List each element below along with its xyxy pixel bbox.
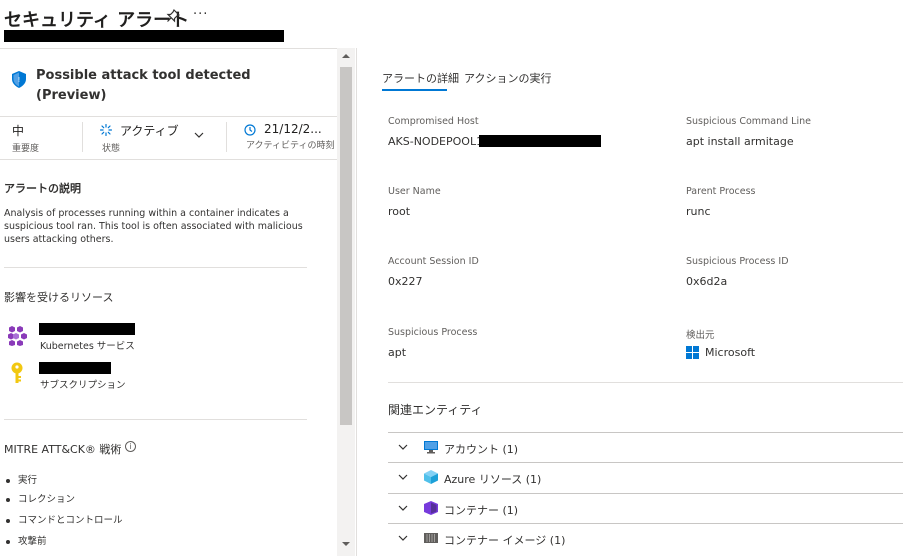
suspicious-command-label: Suspicious Command Line (686, 116, 811, 127)
description-text: Analysis of processes running within a c… (4, 208, 303, 245)
description-title: アラートの説明 (4, 182, 81, 195)
user-name-label: User Name (388, 186, 441, 197)
redacted-host-suffix (479, 135, 601, 147)
shield-icon: ! (12, 71, 26, 88)
parent-process-value: runc (686, 205, 711, 218)
resources-title: 影響を受けるリソース (4, 291, 114, 304)
status-dropdown[interactable]: アクティブ 状態 (100, 122, 210, 154)
suspicious-pid-label: Suspicious Process ID (686, 256, 789, 267)
scrollbar-thumb[interactable] (340, 67, 352, 425)
pin-icon[interactable] (166, 9, 180, 23)
tactic-item: コマンドとコントロール (6, 512, 123, 526)
divider (4, 419, 307, 420)
alert-name: Possible attack tool detected (Preview) (36, 68, 251, 103)
chevron-down-icon (398, 444, 408, 450)
suspicious-command-value: apt install armitage (686, 135, 794, 148)
related-entity-label: コンテナー (1) (444, 504, 519, 517)
clock-icon (244, 124, 256, 136)
tab-alert-details[interactable]: アラートの詳細 (382, 70, 459, 86)
scroll-up-icon[interactable] (340, 52, 352, 60)
related-entity-row[interactable]: アカウント (1) (388, 432, 903, 462)
related-entity-row[interactable]: Azure リソース (1) (388, 462, 903, 492)
activity-time-stat: 21/12/2... アクティビティの時刻 (244, 122, 334, 151)
status-label: 状態 (102, 144, 121, 154)
page-title: セキュリティ アラート (4, 10, 190, 31)
divider (388, 382, 903, 383)
info-icon[interactable]: i (125, 441, 136, 452)
stat-separator (226, 122, 227, 152)
stat-separator (82, 122, 83, 152)
activity-time-label: アクティビティの時刻 (246, 141, 335, 151)
resource-type-label: サブスクリプション (40, 380, 126, 391)
chevron-down-icon (398, 535, 408, 541)
scroll-down-icon[interactable] (340, 540, 352, 548)
severity-value: 中 (12, 124, 25, 138)
account-session-label: Account Session ID (388, 256, 479, 267)
divider (4, 267, 307, 268)
active-tab-indicator (382, 89, 447, 91)
monitor-icon (424, 441, 438, 454)
key-icon (11, 362, 23, 383)
related-entity-row[interactable]: コンテナー (1) (388, 493, 903, 523)
detected-by-label: 検出元 (686, 330, 715, 341)
page-header: セキュリティ アラート ··· (0, 0, 903, 48)
parent-process-label: Parent Process (686, 186, 756, 197)
detected-by-value: Microsoft (705, 346, 756, 359)
suspicious-process-value: apt (388, 346, 407, 359)
microsoft-logo-icon (686, 346, 699, 359)
suspicious-process-label: Suspicious Process (388, 327, 478, 338)
compromised-host-label: Compromised Host (388, 116, 479, 127)
severity-label: 重要度 (12, 144, 40, 154)
svg-text:!: ! (18, 77, 20, 84)
divider (0, 116, 337, 117)
tactic-item: 実行 (6, 472, 37, 486)
related-entity-label: Azure リソース (1) (444, 473, 542, 486)
redacted-alert-subtitle (4, 30, 284, 42)
more-options-button[interactable]: ··· (193, 7, 208, 22)
suspicious-pid-value: 0x6d2a (686, 275, 728, 288)
tab-take-action[interactable]: アクションの実行 (464, 70, 551, 86)
chevron-down-icon (194, 132, 204, 138)
activity-time-value: 21/12/2... (264, 122, 322, 136)
chevron-down-icon (398, 505, 408, 511)
tactic-item: コレクション (6, 491, 75, 505)
severity-stat: 中 重要度 (12, 122, 39, 154)
related-entity-row[interactable]: コンテナー イメージ (1) (388, 523, 903, 553)
user-name-value: root (388, 205, 411, 218)
related-entities-title: 関連エンティティ (388, 403, 483, 417)
account-session-value: 0x227 (388, 275, 423, 288)
divider (0, 159, 337, 160)
spinner-icon (100, 124, 112, 136)
related-entity-label: コンテナー イメージ (1) (444, 534, 566, 547)
cube-icon (424, 470, 438, 484)
resource-type-label: Kubernetes サービス (40, 341, 135, 352)
container-icon (424, 501, 438, 515)
container-image-icon (424, 533, 438, 543)
alert-details-pane: アラートの詳細 アクションの実行 Compromised Host AKS-NO… (357, 48, 903, 556)
top-divider (0, 48, 337, 49)
kubernetes-icon (8, 326, 27, 346)
alert-summary-pane: ! Possible attack tool detected (Preview… (0, 48, 337, 556)
redacted-resource-name (39, 323, 135, 335)
chevron-down-icon (398, 474, 408, 480)
related-entity-label: アカウント (1) (444, 443, 519, 456)
tactic-item: 攻撃前 (6, 533, 47, 547)
redacted-subscription-name (39, 362, 111, 374)
compromised-host-value: AKS-NODEPOOL1- (388, 135, 488, 148)
mitre-title: MITRE ATT&CK® 戦術 (4, 443, 122, 456)
